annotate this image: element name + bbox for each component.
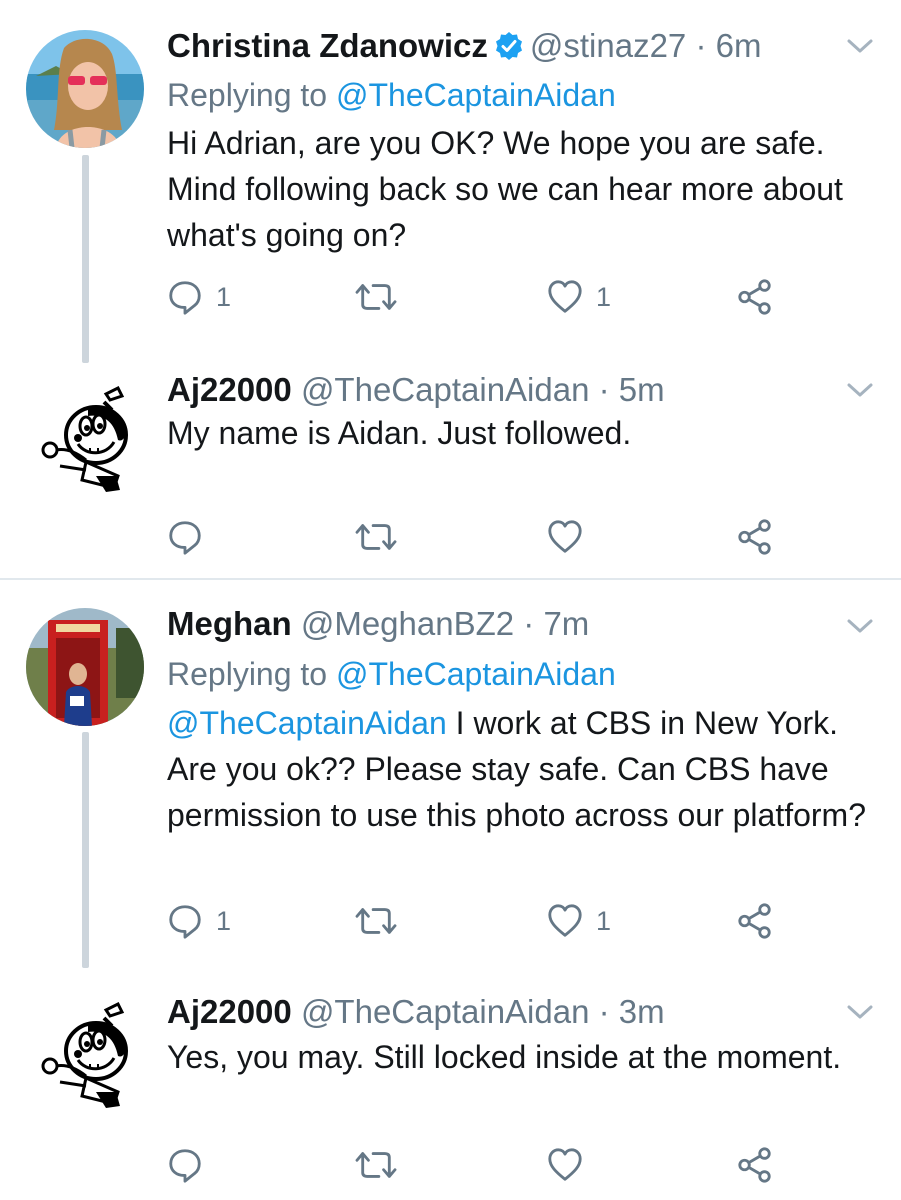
like-button[interactable]	[546, 518, 584, 556]
timestamp[interactable]: · 7m	[523, 605, 589, 642]
retweet-icon	[355, 902, 397, 940]
avatar-photo-icon	[26, 608, 144, 726]
display-name[interactable]: Christina Zdanowicz	[167, 27, 488, 64]
replying-prefix: Replying to	[167, 656, 328, 692]
replying-to: Replying to @TheCaptainAidan	[167, 652, 616, 696]
reply-count: 1	[216, 281, 232, 312]
action-bar	[0, 1146, 901, 1186]
reply-icon	[166, 518, 204, 556]
action-bar	[0, 518, 901, 558]
reply-icon	[166, 278, 204, 316]
display-name[interactable]: Aj22000	[167, 993, 292, 1030]
retweet-button[interactable]	[355, 278, 397, 316]
handle[interactable]: @TheCaptainAidan	[301, 993, 590, 1030]
share-button[interactable]	[736, 278, 774, 316]
avatar[interactable]	[26, 30, 144, 148]
retweet-button[interactable]	[355, 518, 397, 556]
like-button[interactable]: 1	[546, 902, 611, 940]
tweet-aj22000-reply-2[interactable]: Aj22000 @TheCaptainAidan · 3m Yes, you m…	[0, 990, 901, 1200]
retweet-icon	[355, 278, 397, 316]
reply-icon	[166, 902, 204, 940]
heart-icon	[546, 1146, 584, 1184]
retweet-icon	[355, 1146, 397, 1184]
chevron-down-icon[interactable]	[845, 1002, 875, 1022]
retweet-button[interactable]	[355, 902, 397, 940]
retweet-icon	[355, 518, 397, 556]
verified-badge-icon	[494, 31, 524, 61]
avatar[interactable]	[26, 996, 144, 1114]
action-bar: 1 1	[0, 902, 901, 942]
reply-icon	[166, 1146, 204, 1184]
tweet-text: Hi Adrian, are you OK? We hope you are s…	[167, 125, 843, 253]
avatar-photo-icon	[26, 30, 144, 148]
handle[interactable]: @stinaz27	[530, 27, 686, 64]
tweet-aj22000-reply-1[interactable]: Aj22000 @TheCaptainAidan · 5m My name is…	[0, 368, 901, 578]
timestamp[interactable]: · 3m	[599, 993, 665, 1030]
share-button[interactable]	[736, 902, 774, 940]
replying-to-mention[interactable]: @TheCaptainAidan	[336, 656, 616, 692]
like-button[interactable]	[546, 1146, 584, 1184]
avatar[interactable]	[26, 608, 144, 726]
like-count: 1	[596, 281, 612, 312]
share-button[interactable]	[736, 518, 774, 556]
avatar[interactable]	[26, 380, 144, 498]
inline-mention[interactable]: @TheCaptainAidan	[167, 705, 447, 741]
cartoon-avatar-icon	[26, 996, 144, 1114]
share-icon	[736, 518, 774, 556]
share-button[interactable]	[736, 1146, 774, 1184]
tweet-text: @TheCaptainAidan I work at CBS in New Yo…	[167, 700, 877, 838]
replying-prefix: Replying to	[167, 77, 328, 113]
reply-button[interactable]	[166, 1146, 204, 1184]
like-button[interactable]: 1	[546, 278, 611, 316]
tweet-text: Yes, you may. Still locked inside at the…	[167, 1039, 842, 1075]
heart-icon	[546, 518, 584, 556]
retweet-button[interactable]	[355, 1146, 397, 1184]
chevron-down-icon[interactable]	[845, 36, 875, 56]
display-name[interactable]: Aj22000	[167, 371, 292, 408]
handle[interactable]: @MeghanBZ2	[301, 605, 514, 642]
replying-to-mention[interactable]: @TheCaptainAidan	[336, 77, 616, 113]
reply-count: 1	[216, 905, 232, 936]
timestamp[interactable]: · 5m	[599, 371, 665, 408]
heart-icon	[546, 278, 584, 316]
chevron-down-icon[interactable]	[845, 616, 875, 636]
reply-button[interactable]: 1	[166, 902, 231, 940]
action-bar: 1 1	[0, 278, 901, 318]
share-icon	[736, 902, 774, 940]
timestamp[interactable]: · 6m	[695, 27, 761, 64]
thread-line	[82, 155, 89, 363]
handle[interactable]: @TheCaptainAidan	[301, 371, 590, 408]
tweet-text: My name is Aidan. Just followed.	[167, 415, 632, 451]
heart-icon	[546, 902, 584, 940]
like-count: 1	[596, 905, 612, 936]
display-name[interactable]: Meghan	[167, 605, 292, 642]
reply-button[interactable]: 1	[166, 278, 231, 316]
replying-to: Replying to @TheCaptainAidan	[167, 73, 616, 117]
reply-button[interactable]	[166, 518, 204, 556]
tweet-meghan[interactable]: Meghan @MeghanBZ2 · 7m Replying to @TheC…	[0, 580, 901, 980]
tweet-christina[interactable]: Christina Zdanowicz @stinaz27 · 6m Replyi…	[0, 0, 901, 368]
chevron-down-icon[interactable]	[845, 380, 875, 400]
share-icon	[736, 278, 774, 316]
share-icon	[736, 1146, 774, 1184]
cartoon-avatar-icon	[26, 380, 144, 498]
